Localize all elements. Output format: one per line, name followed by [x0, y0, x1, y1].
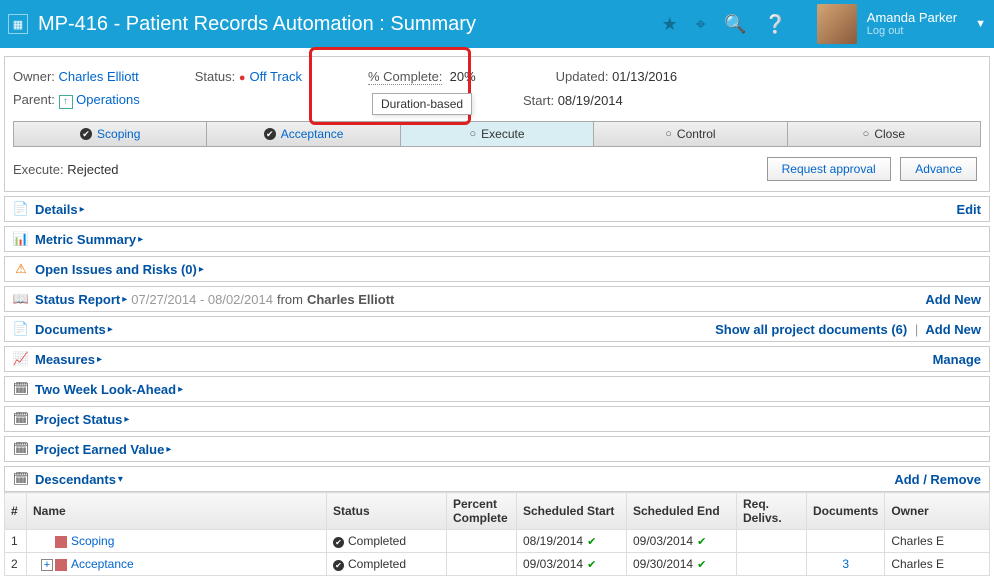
row-status: Completed [327, 553, 447, 576]
pin-icon[interactable]: ⌖ [696, 14, 706, 35]
phase-execute[interactable]: Execute [401, 122, 594, 146]
row-name[interactable]: Scoping [27, 530, 327, 553]
parent-value[interactable]: Operations [76, 92, 140, 107]
phase-acceptance[interactable]: Acceptance [207, 122, 400, 146]
summary-box: Owner: Charles Elliott Status: Off Track… [4, 56, 990, 192]
table-row[interactable]: 1 Scoping Completed 08/19/2014✔ 09/03/20… [5, 530, 990, 553]
pct-label[interactable]: % Complete: [368, 69, 442, 85]
request-approval-button[interactable]: Request approval [767, 157, 891, 181]
measures-manage[interactable]: Manage [933, 352, 981, 367]
col-req[interactable]: Req. Delivs. [737, 493, 807, 530]
execute-status: Execute: Rejected [13, 162, 119, 177]
col-name[interactable]: Name [27, 493, 327, 530]
docs-addnew[interactable]: Add New [925, 322, 981, 337]
section-measures[interactable]: 📈 Measures▸ Manage [4, 346, 990, 372]
phase-control[interactable]: Control [594, 122, 787, 146]
status-icon: 🗓 [13, 411, 29, 427]
chart-icon: 📊 [13, 231, 29, 247]
status-value[interactable]: Off Track [239, 69, 302, 84]
phase-bar: Scoping Acceptance Execute Control Close [13, 121, 981, 147]
start-value: 08/19/2014 [558, 93, 623, 108]
pct-tooltip: Duration-based [372, 93, 472, 115]
warning-icon: ⚠ [13, 261, 29, 277]
details-icon: 📄 [13, 201, 29, 217]
section-status-report[interactable]: 📖 Status Report▸ 07/27/2014 - 08/02/2014… [4, 286, 990, 312]
check-icon: ✔ [587, 536, 596, 548]
edit-link[interactable]: Edit [956, 202, 981, 217]
section-descendants[interactable]: 🗓 Descendants▾ Add / Remove [4, 466, 990, 492]
logout-link[interactable]: Log out [867, 25, 957, 38]
chevron-down-icon[interactable]: ▼ [975, 18, 986, 30]
col-sstart[interactable]: Scheduled Start [517, 493, 627, 530]
row-name[interactable]: +Acceptance [27, 553, 327, 576]
check-icon: ✔ [697, 536, 706, 548]
updated-value: 01/13/2016 [612, 69, 677, 84]
user-block[interactable]: Amanda Parker Log out ▼ [817, 4, 986, 44]
app-header: ▦ MP-416 - Patient Records Automation : … [0, 0, 994, 48]
col-docs[interactable]: Documents [807, 493, 885, 530]
col-owner[interactable]: Owner [885, 493, 990, 530]
row-status: Completed [327, 530, 447, 553]
section-documents[interactable]: 📄 Documents▸ Show all project documents … [4, 316, 990, 342]
pct-value: 20% [450, 69, 476, 84]
start-label: Start: [523, 93, 554, 108]
section-twoweek[interactable]: 🗓 Two Week Look-Ahead▸ [4, 376, 990, 402]
search-icon[interactable]: 🔍 [724, 14, 746, 35]
parent-icon: ↑ [59, 95, 73, 109]
check-icon: ✔ [697, 559, 706, 571]
descendants-table: # Name Status Percent Complete Scheduled… [4, 492, 990, 576]
section-earned[interactable]: 🗓 Project Earned Value▸ [4, 436, 990, 462]
phase-close[interactable]: Close [788, 122, 980, 146]
advance-button[interactable]: Advance [900, 157, 977, 181]
owner-label: Owner: [13, 69, 55, 84]
check-icon: ✔ [587, 559, 596, 571]
doc-icon: 📄 [13, 321, 29, 337]
item-icon [55, 559, 67, 571]
col-pct[interactable]: Percent Complete [447, 493, 517, 530]
desc-addremove[interactable]: Add / Remove [894, 472, 981, 487]
section-project-status[interactable]: 🗓 Project Status▸ [4, 406, 990, 432]
updated-label: Updated: [556, 69, 609, 84]
expand-icon[interactable]: + [41, 559, 53, 571]
avatar [817, 4, 857, 44]
user-name: Amanda Parker [867, 10, 957, 26]
section-issues[interactable]: ⚠ Open Issues and Risks (0)▸ [4, 256, 990, 282]
col-send[interactable]: Scheduled End [627, 493, 737, 530]
help-icon[interactable]: ❔ [764, 14, 786, 35]
status-report-addnew[interactable]: Add New [925, 292, 981, 307]
star-icon[interactable]: ★ [662, 14, 678, 35]
col-status[interactable]: Status [327, 493, 447, 530]
col-num[interactable]: # [5, 493, 27, 530]
parent-label: Parent: [13, 92, 55, 107]
earned-icon: 🗓 [13, 441, 29, 457]
item-icon [55, 536, 67, 548]
table-row[interactable]: 2 +Acceptance Completed 09/03/2014✔ 09/3… [5, 553, 990, 576]
section-metric[interactable]: 📊 Metric Summary▸ [4, 226, 990, 252]
status-report-author[interactable]: Charles Elliott [307, 292, 394, 307]
calendar-icon: 🗓 [13, 381, 29, 397]
section-details[interactable]: 📄 Details▸ Edit [4, 196, 990, 222]
measure-icon: 📈 [13, 351, 29, 367]
page-title: MP-416 - Patient Records Automation : Su… [38, 13, 662, 36]
report-icon: 📖 [13, 291, 29, 307]
status-label: Status: [195, 69, 235, 84]
header-actions: ★ ⌖ 🔍 ❔ Amanda Parker Log out ▼ [662, 4, 986, 44]
desc-icon: 🗓 [13, 471, 29, 487]
phase-scoping[interactable]: Scoping [14, 122, 207, 146]
owner-value[interactable]: Charles Elliott [59, 69, 139, 84]
show-all-docs[interactable]: Show all project documents (6) [715, 322, 907, 337]
app-icon: ▦ [8, 14, 28, 34]
